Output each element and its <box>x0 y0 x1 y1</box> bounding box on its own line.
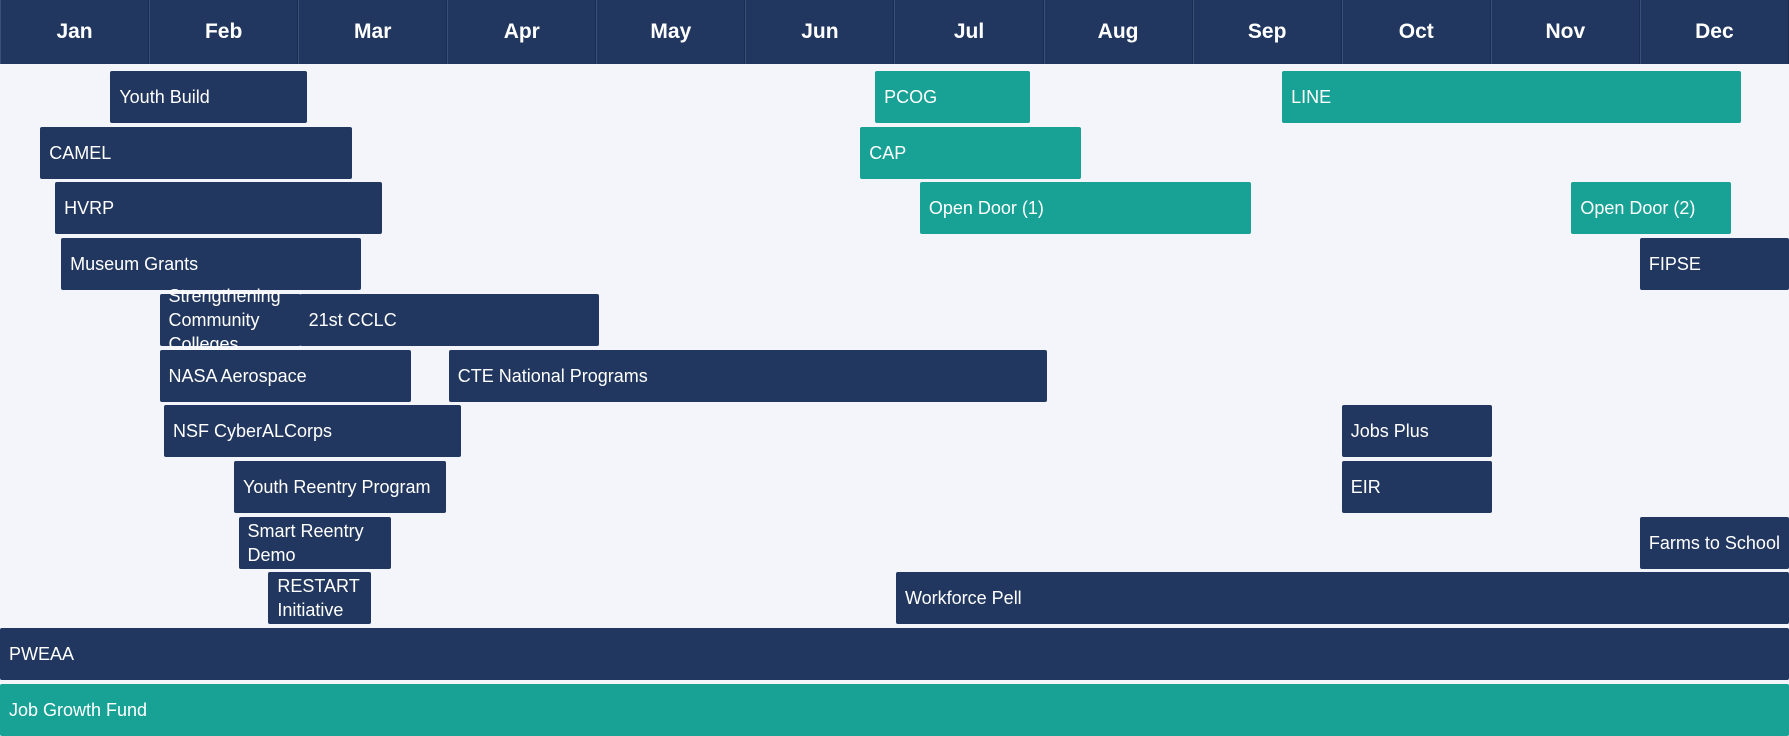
gantt-bar-open-door-1[interactable]: Open Door (1) <box>919 182 1251 235</box>
gantt-bar-jobs-plus[interactable]: Jobs Plus <box>1341 405 1493 458</box>
gantt-bar-hvrp[interactable]: HVRP <box>55 182 382 235</box>
month-label-may: May <box>596 0 746 64</box>
gantt-bar-workforce-pell[interactable]: Workforce Pell <box>895 572 1789 625</box>
gantt-bar-youth-build[interactable]: Youth Build <box>110 71 308 123</box>
month-label-feb: Feb <box>149 0 299 64</box>
gantt-bar-strengthening-community-colleges[interactable]: Strengthening Community Colleges <box>159 286 302 354</box>
gantt-bar-fipse[interactable]: FIPSE <box>1639 238 1789 291</box>
gantt-bar-open-door-2[interactable]: Open Door (2) <box>1571 182 1731 235</box>
month-label-sep: Sep <box>1192 0 1342 64</box>
gantt-bar-pcog[interactable]: PCOG <box>875 71 1031 123</box>
gantt-bar-21st-cclc[interactable]: 21st CCLC <box>299 293 600 346</box>
month-label-jan: Jan <box>0 0 150 64</box>
month-label-jul: Jul <box>894 0 1044 64</box>
month-label-oct: Oct <box>1341 0 1491 64</box>
gantt-bar-camel[interactable]: CAMEL <box>40 126 352 179</box>
gantt-bar-museum-grants[interactable]: Museum Grants <box>61 238 361 291</box>
gantt-bar-nasa-aerospace[interactable]: NASA Aerospace <box>159 349 412 402</box>
gantt-bar-pweaa[interactable]: PWEAA <box>0 628 1789 680</box>
gantt-bar-cap[interactable]: CAP <box>860 126 1081 179</box>
gantt-bar-eir[interactable]: EIR <box>1341 460 1493 513</box>
month-label-nov: Nov <box>1490 0 1640 64</box>
gantt-bar-smart-reentry-demo[interactable]: Smart Reentry Demo <box>238 516 391 569</box>
month-header: Jan Feb Mar Apr May Jun Jul Aug Sep Oct Nov Dec <box>0 0 1789 64</box>
gantt-bar-farms-to-school[interactable]: Farms to School <box>1639 516 1789 569</box>
month-label-aug: Aug <box>1043 0 1193 64</box>
month-label-jun: Jun <box>745 0 895 64</box>
month-label-mar: Mar <box>298 0 448 64</box>
gantt-bar-nsf-cyberalcorps[interactable]: NSF CyberALCorps <box>163 405 461 458</box>
month-label-apr: Apr <box>447 0 597 64</box>
gantt-bar-restart-initiative[interactable]: RESTART Initiative <box>268 572 372 625</box>
gantt-bar-youth-reentry-program[interactable]: Youth Reentry Program <box>234 460 446 513</box>
gantt-bar-job-growth-fund[interactable]: Job Growth Fund <box>0 683 1789 736</box>
gantt-bar-cte-national-programs[interactable]: CTE National Programs <box>448 349 1047 402</box>
gantt-bar-line[interactable]: LINE <box>1282 71 1742 123</box>
gantt-timeline: Jan Feb Mar Apr May Jun Jul Aug Sep Oct Nov Dec You… <box>0 0 1789 736</box>
month-label-dec: Dec <box>1639 0 1789 64</box>
